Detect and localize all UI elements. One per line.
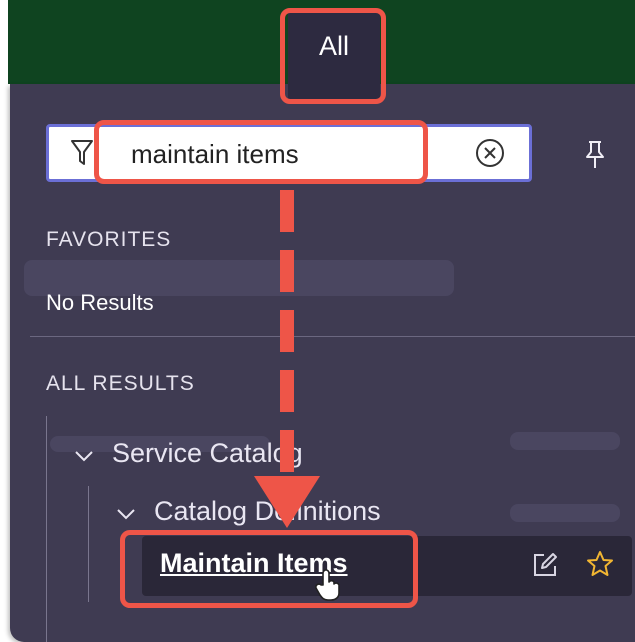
highlight-box-maintain-items — [120, 530, 418, 608]
hand-pointer-icon — [314, 569, 344, 606]
highlight-box-all-tab — [280, 8, 386, 104]
highlight-box-search — [94, 120, 428, 184]
